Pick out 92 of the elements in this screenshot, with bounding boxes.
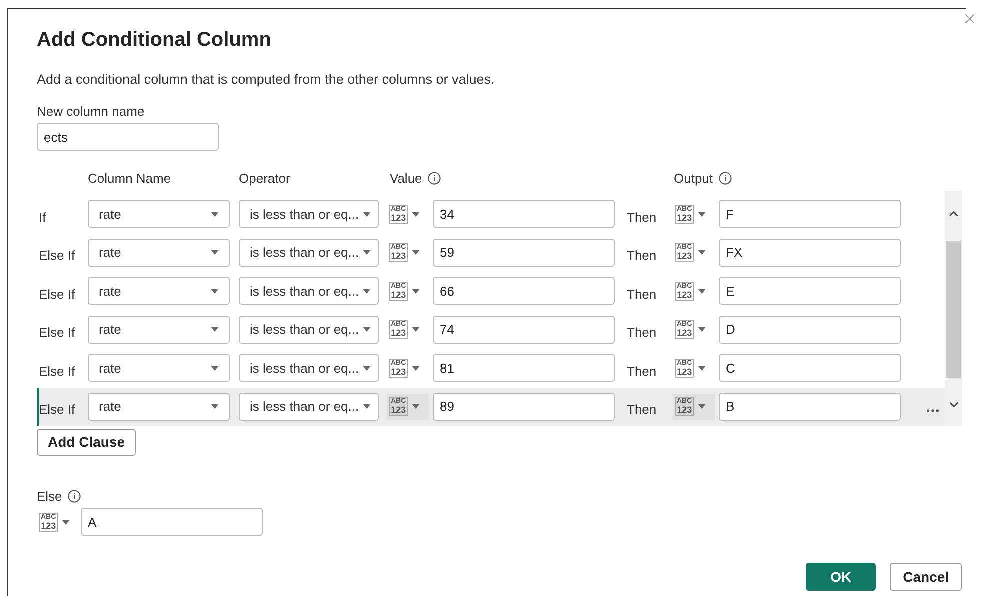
- dropdown[interactable]: is less than or eq...: [239, 392, 379, 421]
- caret-icon: [211, 327, 219, 332]
- dropdown[interactable]: is less than or eq...: [239, 238, 379, 267]
- caret-icon: [698, 404, 706, 410]
- caret-icon: [363, 404, 372, 410]
- caret-icon: [698, 288, 706, 294]
- dropdown[interactable]: rate: [88, 200, 230, 228]
- then-label: Then: [626, 324, 658, 342]
- caret-icon: [698, 366, 706, 371]
- type-label: 123: [677, 214, 692, 223]
- caret-icon: [412, 366, 420, 371]
- scrollbar-thumb[interactable]: [946, 241, 961, 378]
- column-header: Column Name: [88, 170, 172, 187]
- caret-icon: [363, 327, 372, 332]
- dropdown[interactable]: rate: [88, 354, 230, 382]
- input-field[interactable]: A: [81, 508, 263, 536]
- clause-label: Else If: [39, 247, 76, 265]
- caret-icon: [412, 212, 420, 217]
- caret-icon: [211, 366, 219, 371]
- clause-label: Else If: [39, 362, 76, 380]
- info-icon: [719, 172, 732, 185]
- dialog-title: Add Conditional Column: [37, 28, 272, 53]
- input-field[interactable]: 34: [433, 200, 615, 228]
- type-label: 123: [677, 290, 692, 300]
- type-label: 123: [391, 214, 406, 223]
- caret-icon: [211, 212, 219, 217]
- dropdown[interactable]: rate: [88, 277, 230, 306]
- then-label: Then: [626, 401, 658, 419]
- input-field[interactable]: 59: [433, 238, 615, 267]
- dropdown[interactable]: rate: [88, 238, 230, 267]
- caret-icon: [412, 327, 420, 332]
- caret-icon: [363, 366, 372, 371]
- dropdown[interactable]: is less than or eq...: [239, 200, 379, 228]
- clause-label: Else If: [39, 324, 76, 342]
- add-clause-button[interactable]: Add Clause: [37, 429, 136, 456]
- cancel-button[interactable]: Cancel: [890, 563, 962, 591]
- caret-icon: [363, 250, 372, 256]
- caret-icon: [698, 250, 706, 256]
- info-icon: [68, 490, 82, 503]
- type-label: 123: [391, 252, 406, 262]
- caret-icon: [211, 250, 219, 256]
- caret-icon: [211, 404, 219, 410]
- field-label: Else: [37, 488, 62, 505]
- clause-label: Else If: [39, 401, 76, 419]
- type-label: 123: [41, 522, 56, 530]
- input-field[interactable]: E: [719, 277, 901, 306]
- type-label: 123: [677, 406, 692, 416]
- input-field[interactable]: D: [719, 316, 901, 344]
- caret-icon: [698, 212, 706, 217]
- input-field[interactable]: B: [719, 392, 901, 421]
- column-header: Output: [674, 170, 714, 187]
- input-field[interactable]: 81: [433, 354, 615, 382]
- info-icon: [428, 172, 442, 185]
- input-field[interactable]: 89: [433, 392, 615, 421]
- ok-button[interactable]: OK: [806, 563, 876, 591]
- column-header: Operator: [239, 170, 292, 187]
- caret-icon: [211, 288, 219, 294]
- dropdown[interactable]: rate: [88, 392, 230, 421]
- dropdown[interactable]: is less than or eq...: [239, 277, 379, 306]
- field-label: New column name: [37, 103, 145, 120]
- caret-icon: [363, 212, 372, 217]
- then-label: Then: [626, 362, 658, 380]
- caret-icon: [412, 250, 420, 256]
- dropdown[interactable]: is less than or eq...: [239, 316, 379, 344]
- type-label: 123: [391, 329, 406, 338]
- type-label: 123: [677, 368, 692, 377]
- clause-label: If: [39, 208, 48, 226]
- input-field[interactable]: F: [719, 200, 901, 228]
- scrollbar[interactable]: [945, 191, 962, 426]
- column-header: Value: [390, 170, 422, 187]
- input-field[interactable]: ects: [37, 123, 219, 151]
- input-field[interactable]: 74: [433, 316, 615, 344]
- input-field[interactable]: 66: [433, 277, 615, 306]
- type-label: 123: [391, 368, 406, 377]
- input-field[interactable]: C: [719, 354, 901, 382]
- type-label: 123: [391, 406, 406, 416]
- then-label: Then: [626, 208, 658, 226]
- dropdown[interactable]: rate: [88, 316, 230, 344]
- caret-icon: [412, 288, 420, 294]
- caret-icon: [62, 520, 70, 524]
- then-label: Then: [626, 247, 658, 265]
- type-label: 123: [677, 252, 692, 262]
- caret-icon: [363, 288, 372, 294]
- type-label: 123: [391, 290, 406, 300]
- input-field[interactable]: FX: [719, 238, 901, 267]
- caret-icon: [698, 327, 706, 332]
- dialog-description: Add a conditional column that is computed from the other columns or values.: [37, 71, 496, 89]
- caret-icon: [412, 404, 420, 410]
- then-label: Then: [626, 286, 658, 304]
- type-label: 123: [677, 329, 692, 338]
- dropdown[interactable]: is less than or eq...: [239, 354, 379, 382]
- clause-label: Else If: [39, 286, 76, 304]
